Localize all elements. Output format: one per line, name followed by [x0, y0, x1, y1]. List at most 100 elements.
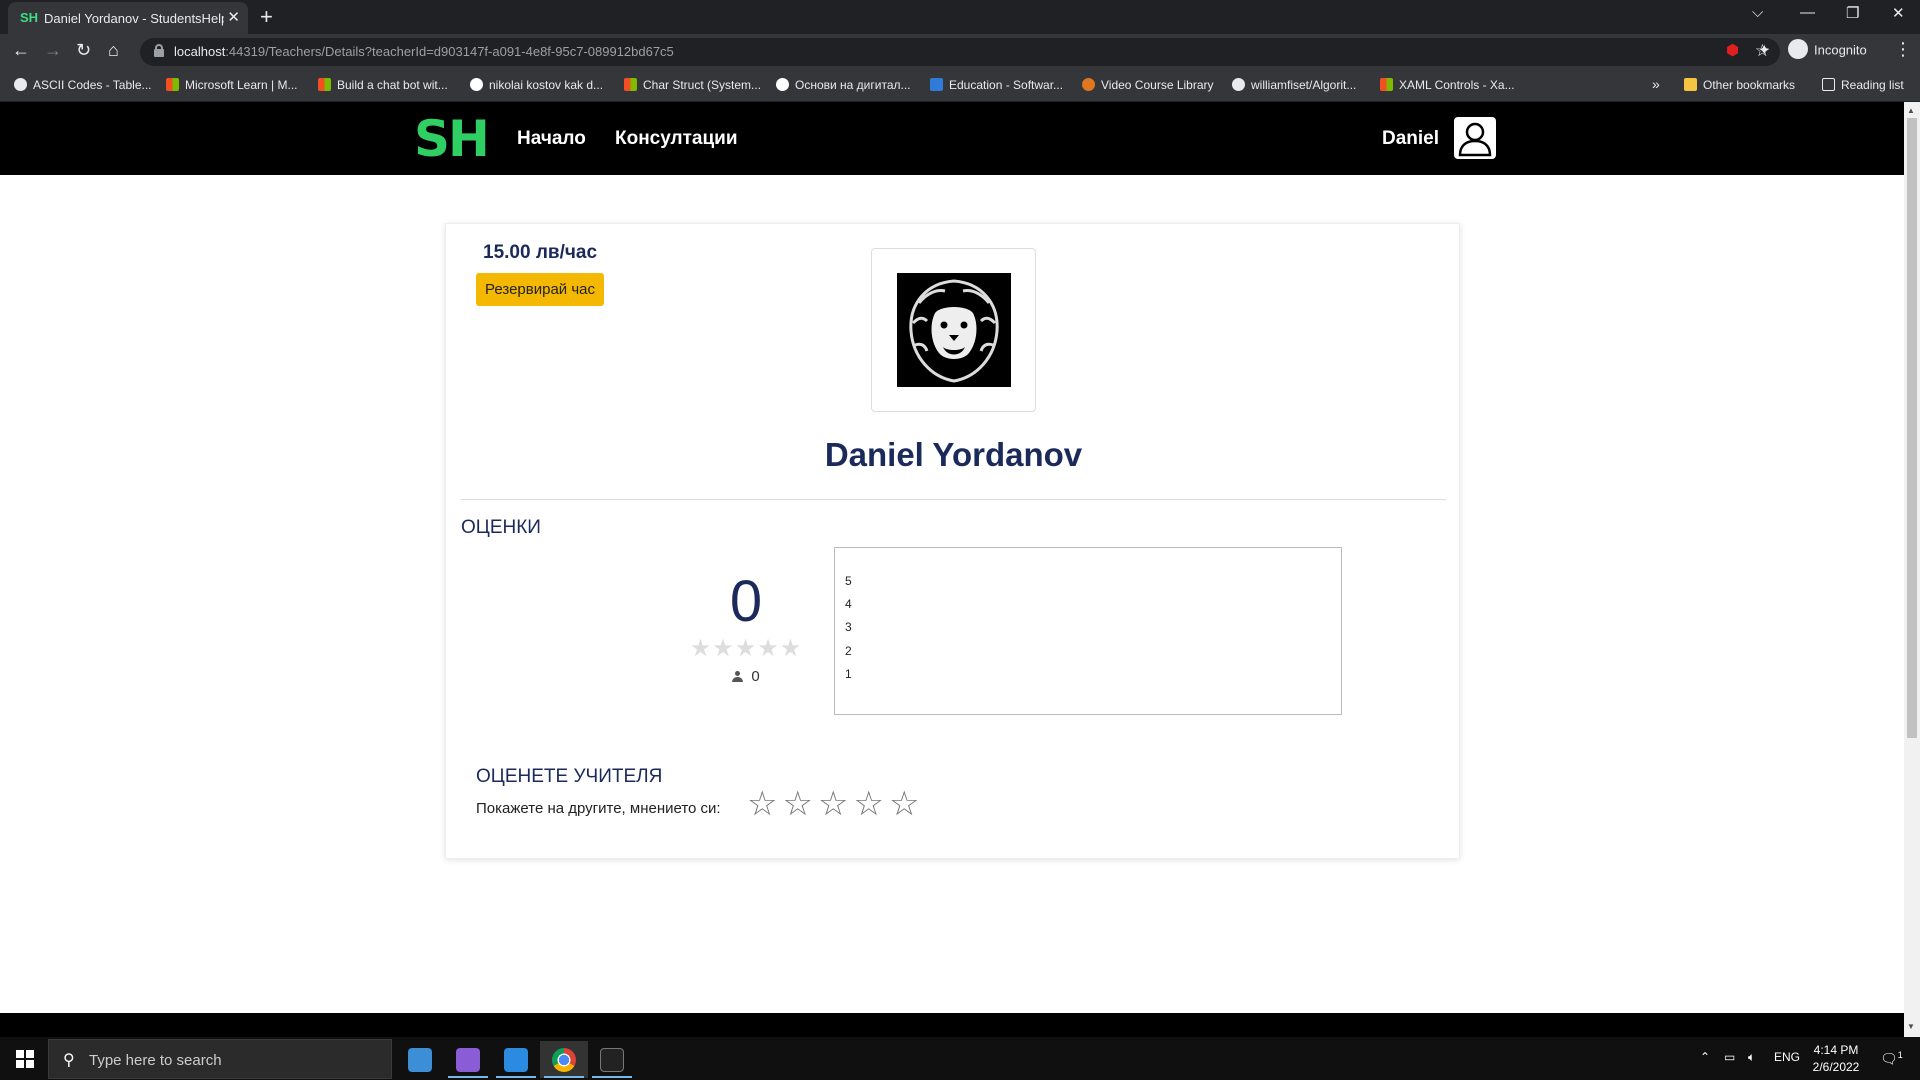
nav-home-link[interactable]: Начало [517, 128, 586, 150]
bookmark-item[interactable]: williamfiset/Algorit... [1232, 78, 1356, 92]
user-avatar-icon[interactable] [1454, 117, 1496, 159]
window-restore-icon[interactable]: ❐ [1846, 4, 1859, 22]
taskbar-app-vscode[interactable] [492, 1041, 540, 1078]
bookmark-item[interactable]: nikolai kostov kak d... [470, 78, 603, 92]
window-minimize-icon[interactable]: — [1800, 4, 1815, 21]
azure-icon [930, 78, 943, 92]
folder-icon [1684, 78, 1697, 92]
user-name[interactable]: Daniel [1382, 128, 1439, 150]
distribution-label: 4 [845, 597, 852, 611]
rate-teacher-prompt: Покажете на другите, мнението си: [476, 800, 721, 817]
vscode-icon [504, 1048, 528, 1072]
bookmark-item[interactable]: ASCII Codes - Table... [14, 78, 152, 92]
back-arrow-icon[interactable]: ← [12, 40, 30, 61]
rate-star-5-icon[interactable]: ☆ [889, 784, 919, 824]
google-icon [776, 78, 789, 92]
extensions-puzzle-icon[interactable]: ✦ [1758, 41, 1771, 59]
video-play-icon [1082, 78, 1095, 92]
teacher-name: Daniel Yordanov [824, 436, 1083, 473]
incognito-badge[interactable]: Incognito [1788, 39, 1867, 61]
teacher-price: 15.00 лв/час [483, 242, 598, 263]
tab-favicon: SH [20, 10, 39, 25]
network-icon[interactable]: ▭ [1724, 1050, 1735, 1064]
reading-list[interactable]: Reading list [1822, 78, 1904, 92]
tab-close-icon[interactable]: ✕ [227, 8, 240, 26]
tab-search-chevron-icon[interactable]: ⌵ [1752, 4, 1763, 21]
scroll-thumb[interactable] [1907, 118, 1917, 738]
taskbar-search-box[interactable]: ⚲ Type here to search [48, 1039, 392, 1079]
taskbar-search-placeholder: Type here to search [89, 1052, 222, 1069]
bookmark-item[interactable]: Video Course Library [1082, 78, 1214, 92]
visual-studio-icon [456, 1048, 480, 1072]
tab-title: Daniel Yordanov - StudentsHelper [44, 11, 224, 26]
other-bookmarks[interactable]: Other bookmarks [1684, 78, 1795, 92]
address-bar[interactable]: localhost:44319/Teachers/Details?teacher… [140, 38, 1780, 66]
tray-chevron-icon[interactable]: ⌃ [1700, 1050, 1710, 1064]
extension-adblock-icon[interactable]: ⬢ [1726, 41, 1739, 59]
site-navbar: SH Начало Консултации Daniel [0, 102, 1904, 175]
github-icon [1232, 78, 1245, 92]
incognito-icon [1788, 39, 1808, 59]
app-icon [408, 1048, 432, 1072]
scroll-up-arrow-icon[interactable]: ▲ [1907, 106, 1915, 115]
distribution-label: 2 [845, 644, 852, 658]
bookmark-item[interactable]: Education - Softwar... [930, 78, 1063, 92]
volume-icon[interactable]: 🔈︎ [1748, 1050, 1755, 1065]
forward-arrow-icon[interactable]: → [44, 40, 62, 61]
windows-start-icon[interactable] [16, 1050, 34, 1068]
browser-tab-active[interactable]: SH Daniel Yordanov - StudentsHelper ✕ [8, 2, 248, 34]
new-tab-plus-icon[interactable]: + [260, 4, 273, 30]
url-text[interactable]: localhost:44319/Teachers/Details?teacher… [174, 44, 674, 59]
window-close-icon[interactable]: ✕ [1892, 4, 1905, 22]
taskbar-app-chrome[interactable] [540, 1041, 588, 1078]
star-icon: ★ [689, 635, 713, 662]
star-icon: ★ [779, 635, 803, 662]
bookmark-item[interactable]: Build a chat bot wit... [318, 78, 448, 92]
rate-teacher-heading: ОЦЕНЕТЕ УЧИТЕЛЯ [476, 766, 663, 787]
star-icon: ★ [757, 635, 780, 662]
notifications-icon[interactable]: 🗨︎1 [1880, 1050, 1903, 1068]
browser-toolbar: ← → ↻ ⌂ localhost:44319/Teachers/Details… [0, 34, 1920, 70]
section-divider [461, 499, 1446, 500]
bookmark-item[interactable]: XAML Controls - Xa... [1380, 78, 1515, 92]
rate-teacher-stars: ☆ ☆ ☆ ☆ ☆ [747, 784, 924, 824]
bookmark-item[interactable]: Основи на дигитал... [776, 78, 911, 92]
taskbar-app-file-explorer[interactable] [396, 1041, 444, 1078]
lock-icon[interactable] [154, 44, 164, 57]
distribution-label: 5 [845, 574, 852, 588]
google-icon [470, 78, 483, 92]
scroll-down-arrow-icon[interactable]: ▼ [1907, 1022, 1915, 1031]
rating-distribution-chart: 5 4 3 2 1 [834, 547, 1342, 715]
globe-icon [14, 78, 27, 92]
distribution-label: 3 [845, 620, 852, 634]
star-icon: ★ [712, 635, 735, 662]
bookmark-item[interactable]: Microsoft Learn | M... [166, 78, 297, 92]
microsoft-icon [1380, 78, 1393, 92]
rate-star-1-icon[interactable]: ☆ [747, 784, 777, 824]
site-footer-strip [0, 1013, 1904, 1037]
site-logo[interactable]: SH [414, 110, 490, 168]
nav-consultations-link[interactable]: Консултации [615, 128, 738, 150]
home-icon[interactable]: ⌂ [108, 40, 119, 61]
taskbar-clock[interactable]: 4:14 PM 2/6/2022 [1806, 1042, 1866, 1076]
language-indicator[interactable]: ENG [1774, 1050, 1800, 1064]
reserve-hour-button[interactable]: Резервирай час [476, 273, 604, 306]
browser-menu-icon[interactable]: ⋮ [1894, 39, 1912, 60]
bookmark-item[interactable]: Char Struct (System... [624, 78, 761, 92]
reload-icon[interactable]: ↻ [76, 40, 91, 61]
browser-tabstrip: SH Daniel Yordanov - StudentsHelper ✕ + … [0, 0, 1920, 34]
taskbar-app-terminal[interactable] [588, 1041, 636, 1078]
page-scrollbar[interactable]: ▲ ▼ [1904, 102, 1920, 1037]
votes-count: 0 [626, 668, 866, 685]
person-icon [732, 671, 744, 682]
teacher-photo-lion-image [897, 273, 1011, 387]
rate-star-4-icon[interactable]: ☆ [853, 784, 883, 824]
windows-taskbar: ⚲ Type here to search ⌃ ▭ 🔈︎ ENG 4:14 PM… [0, 1037, 1920, 1080]
microsoft-icon [318, 78, 331, 92]
taskbar-app-visual-studio[interactable] [444, 1041, 492, 1078]
more-bookmarks-chevron[interactable]: » [1652, 76, 1660, 92]
rate-star-3-icon[interactable]: ☆ [818, 784, 848, 824]
ratings-heading: ОЦЕНКИ [461, 517, 541, 538]
average-rating-stars: ★★★★★ [626, 634, 866, 663]
rate-star-2-icon[interactable]: ☆ [782, 784, 812, 824]
